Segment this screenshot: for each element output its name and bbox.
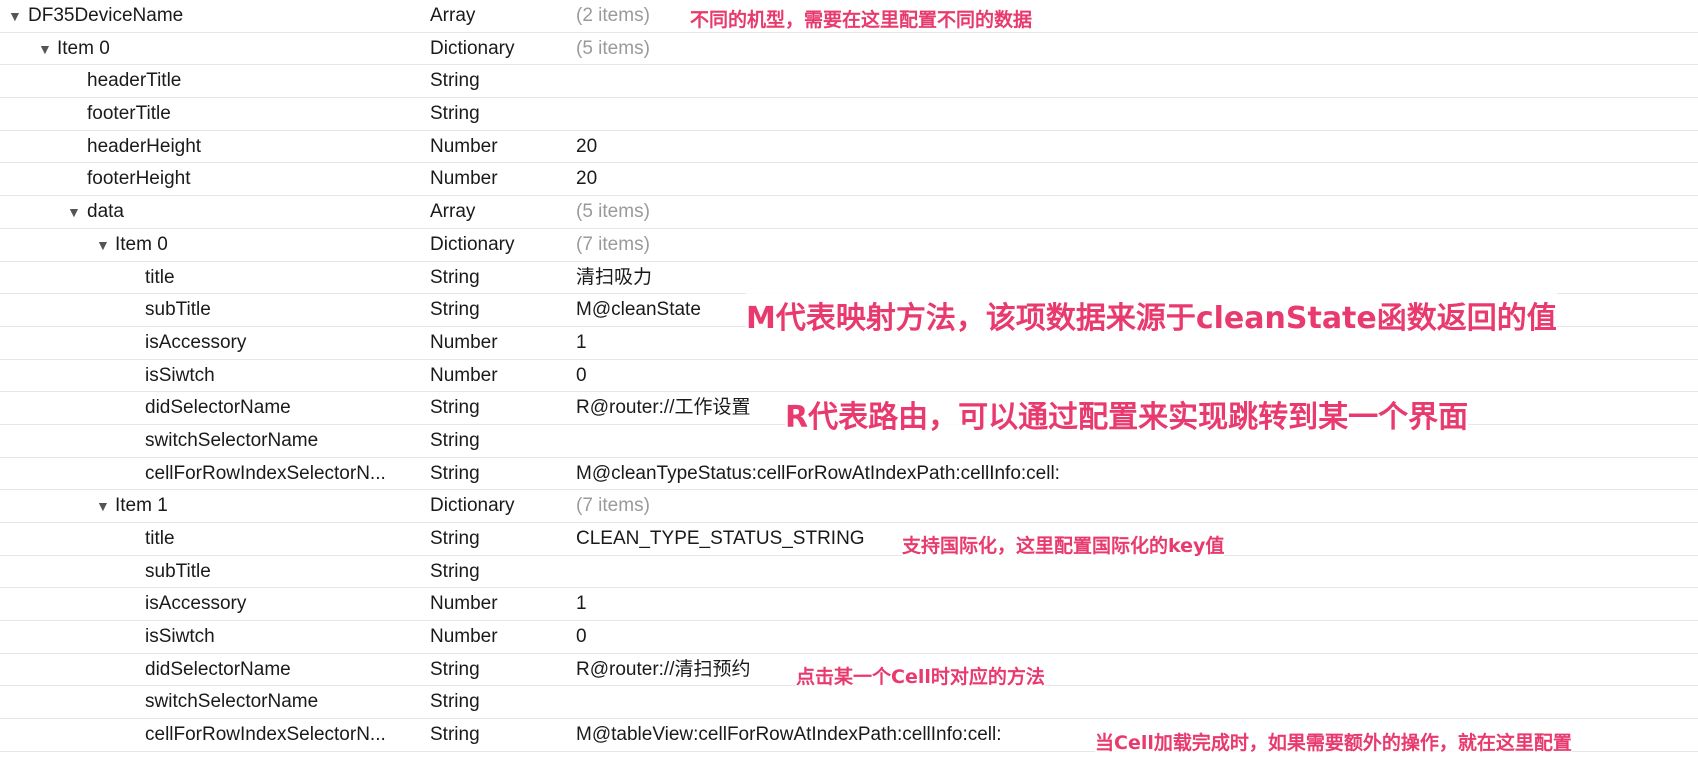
annotation-cell-click: 点击某一个Cell时对应的方法 <box>796 662 1045 689</box>
table-row[interactable]: ▼ data Array (5 items) <box>0 196 1698 229</box>
row-key: isAccessory <box>145 331 247 353</box>
row-type[interactable]: String <box>430 686 480 718</box>
row-type[interactable]: String <box>430 458 480 490</box>
row-type[interactable]: String <box>430 654 480 686</box>
row-value[interactable]: 0 <box>576 360 587 392</box>
table-row[interactable]: headerTitle String <box>0 65 1698 99</box>
row-type[interactable]: Dictionary <box>430 33 514 65</box>
row-key: didSelectorName <box>145 658 291 680</box>
row-type[interactable]: String <box>430 392 480 424</box>
annotation-cell-loaded: 当Cell加载完成时，如果需要额外的操作，就在这里配置 <box>1095 728 1572 755</box>
row-key: DF35DeviceName <box>28 5 184 26</box>
row-key: isAccessory <box>145 593 247 615</box>
disclosure-triangle-icon[interactable]: ▼ <box>96 229 110 261</box>
row-key: footerHeight <box>87 168 191 190</box>
row-key: Item 0 <box>115 233 168 255</box>
row-key: cellForRowIndexSelectorN... <box>145 724 386 746</box>
row-type[interactable]: Number <box>430 360 498 392</box>
row-type[interactable]: String <box>430 425 480 457</box>
table-row[interactable]: headerHeight Number 20 <box>0 131 1698 164</box>
row-type[interactable]: String <box>430 294 480 326</box>
table-row[interactable]: footerHeight Number 20 <box>0 163 1698 197</box>
row-key: title <box>145 266 175 288</box>
row-value[interactable]: 20 <box>576 163 597 195</box>
row-type[interactable]: Number <box>430 621 498 653</box>
row-value[interactable]: M@cleanTypeStatus:cellForRowAtIndexPath:… <box>576 458 1060 490</box>
disclosure-triangle-icon[interactable]: ▼ <box>67 196 81 228</box>
row-key: footerTitle <box>87 103 171 125</box>
row-value[interactable]: R@router://工作设置 <box>576 392 750 424</box>
row-type[interactable]: Array <box>430 196 475 228</box>
table-row[interactable]: switchSelectorName String <box>0 686 1698 720</box>
row-value[interactable]: 1 <box>576 327 587 359</box>
row-key: data <box>87 201 124 223</box>
row-key: cellForRowIndexSelectorN... <box>145 462 386 484</box>
row-value[interactable]: M@tableView:cellForRowAtIndexPath:cellIn… <box>576 719 1002 751</box>
table-row[interactable]: isSiwtch Number 0 <box>0 360 1698 393</box>
row-key: headerHeight <box>87 135 202 157</box>
row-value[interactable]: 1 <box>576 588 587 620</box>
row-value: (5 items) <box>576 201 650 223</box>
row-type[interactable]: String <box>430 65 480 97</box>
row-value[interactable]: CLEAN_TYPE_STATUS_STRING <box>576 523 865 555</box>
table-row[interactable]: title String 清扫吸力 <box>0 262 1698 295</box>
table-row[interactable]: isSiwtch Number 0 <box>0 621 1698 654</box>
table-row[interactable]: ▼ Item 1 Dictionary (7 items) <box>0 490 1698 523</box>
plist-table: ▼ DF35DeviceName Array (2 items) ▼ Item … <box>0 0 1698 752</box>
table-row[interactable]: cellForRowIndexSelectorN... String M@cle… <box>0 458 1698 491</box>
row-type[interactable]: Dictionary <box>430 229 514 261</box>
row-value: (7 items) <box>576 495 650 517</box>
row-key: switchSelectorName <box>145 429 319 451</box>
row-type[interactable]: Number <box>430 131 498 163</box>
row-value: (7 items) <box>576 233 650 255</box>
row-type[interactable]: String <box>430 98 480 130</box>
row-type[interactable]: Number <box>430 327 498 359</box>
row-key: switchSelectorName <box>145 691 319 713</box>
row-type[interactable]: Number <box>430 588 498 620</box>
table-row[interactable]: footerTitle String <box>0 98 1698 131</box>
disclosure-triangle-icon[interactable]: ▼ <box>96 490 110 522</box>
row-type[interactable]: String <box>430 523 480 555</box>
row-value[interactable]: 20 <box>576 131 597 163</box>
disclosure-triangle-icon[interactable]: ▼ <box>8 0 22 32</box>
row-type[interactable]: String <box>430 719 480 751</box>
annotation-mapping-method: M代表映射方法，该项数据来源于cleanState函数返回的值 <box>746 293 1557 337</box>
row-value[interactable]: 清扫吸力 <box>576 262 652 294</box>
row-key: headerTitle <box>87 70 182 92</box>
row-key: title <box>145 528 175 549</box>
table-row[interactable]: ▼ Item 0 Dictionary (7 items) <box>0 229 1698 262</box>
row-value: (5 items) <box>576 37 650 59</box>
row-key: subTitle <box>145 299 211 321</box>
annotation-device-models: 不同的机型，需要在这里配置不同的数据 <box>690 5 1033 32</box>
table-row[interactable]: isAccessory Number 1 <box>0 588 1698 622</box>
row-type[interactable]: Array <box>430 0 475 32</box>
row-value[interactable]: 0 <box>576 621 587 653</box>
row-value[interactable]: R@router://清扫预约 <box>576 654 750 686</box>
row-key: didSelectorName <box>145 397 291 419</box>
row-value: (2 items) <box>576 5 650 26</box>
row-key: Item 1 <box>115 495 168 517</box>
table-row[interactable]: subTitle String <box>0 556 1698 589</box>
row-key: isSiwtch <box>145 626 215 648</box>
row-type[interactable]: String <box>430 556 480 588</box>
row-type[interactable]: Number <box>430 163 498 195</box>
table-row[interactable]: title String CLEAN_TYPE_STATUS_STRING <box>0 523 1698 556</box>
row-key: subTitle <box>145 560 211 582</box>
row-value[interactable]: M@cleanState <box>576 294 701 326</box>
annotation-i18n: 支持国际化，这里配置国际化的key值 <box>902 531 1225 558</box>
row-type[interactable]: Dictionary <box>430 490 514 522</box>
row-key: isSiwtch <box>145 364 215 386</box>
annotation-routing: R代表路由，可以通过配置来实现跳转到某一个界面 <box>785 392 1469 436</box>
row-type[interactable]: String <box>430 262 480 294</box>
disclosure-triangle-icon[interactable]: ▼ <box>38 33 52 65</box>
table-row[interactable]: ▼ Item 0 Dictionary (5 items) <box>0 33 1698 66</box>
row-key: Item 0 <box>57 37 110 59</box>
